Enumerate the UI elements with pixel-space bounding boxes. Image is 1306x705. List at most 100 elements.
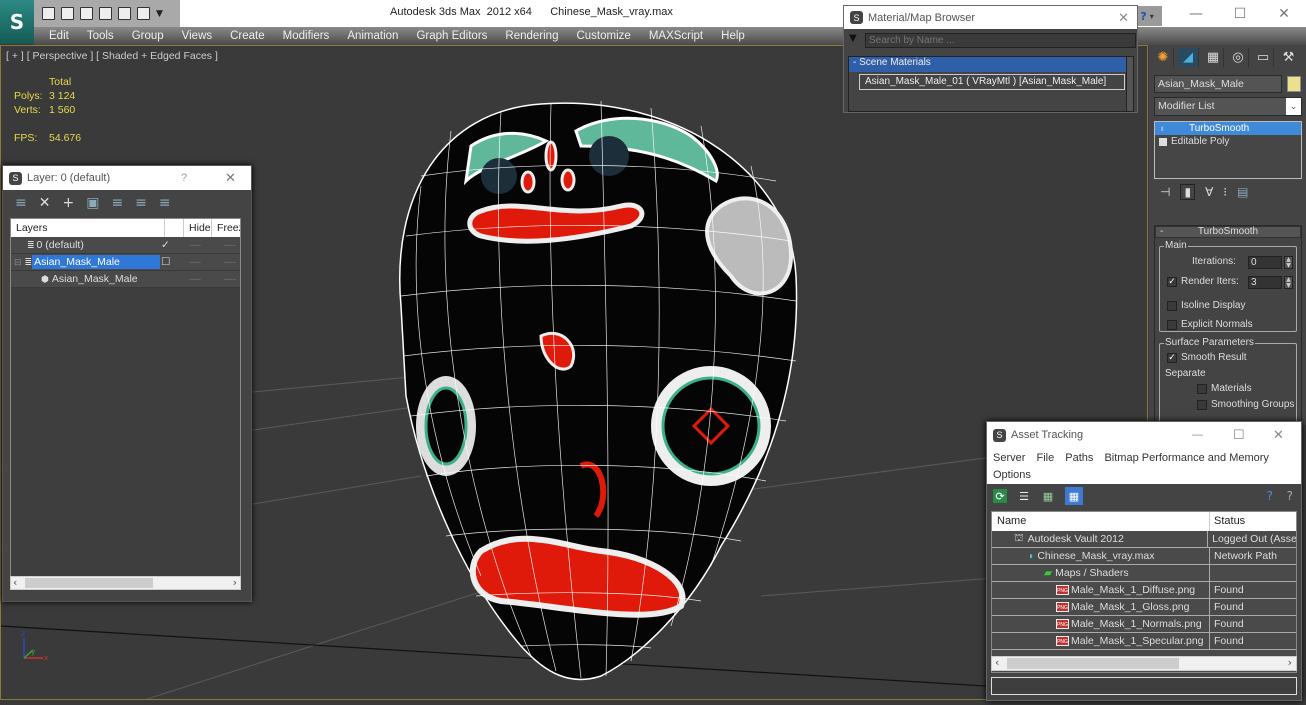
qat-dropdown-icon[interactable]: ▼ [156, 9, 163, 19]
asset-row[interactable]: ◗ Chinese_Mask_vray.max Network Path [992, 548, 1296, 565]
configure-sets-icon[interactable]: ▤ [1237, 185, 1248, 199]
delete-icon[interactable]: ✕ [39, 195, 51, 211]
stack-item-editable-poly[interactable]: Editable Poly [1155, 135, 1301, 148]
menu-maxscript[interactable]: MAXScript [640, 30, 712, 42]
viewport-label[interactable]: [ + ] [ Perspective ] [ Shaded + Edged F… [6, 50, 218, 62]
hide-toggle[interactable]: ---- [189, 240, 201, 250]
asset-menu-file[interactable]: File [1036, 452, 1054, 464]
options-dropdown-icon[interactable]: ▼ [849, 33, 857, 44]
render-iters-spinner-arrows[interactable]: ▲ ▼ [1284, 276, 1293, 289]
pin-stack-icon[interactable]: ⊣ [1160, 185, 1170, 199]
asset-menu-paths[interactable]: Paths [1065, 452, 1093, 464]
asset-menu-bitmap-performance[interactable]: Bitmap Performance and Memory [1104, 452, 1268, 464]
menu-modifiers[interactable]: Modifiers [274, 30, 339, 42]
create-icon[interactable]: ✺ [1153, 47, 1174, 67]
asset-menu-server[interactable]: Server [993, 452, 1025, 464]
render-iters-checkbox[interactable]: ✓ [1167, 277, 1177, 287]
project-icon[interactable] [99, 7, 112, 20]
column-active[interactable] [165, 219, 185, 237]
modifier-list-dropdown[interactable]: Modifier List ⌄ [1154, 97, 1302, 116]
stack-item-turbosmooth[interactable]: ♁ TurboSmooth [1155, 122, 1301, 135]
menu-customize[interactable]: Customize [567, 30, 639, 42]
menu-views[interactable]: Views [173, 30, 221, 42]
layer-help-button[interactable]: ? [181, 172, 187, 184]
hide-all-icon[interactable]: ≡ [135, 195, 147, 211]
column-hide[interactable]: Hide [184, 219, 213, 237]
menu-tools[interactable]: Tools [78, 30, 123, 42]
render-iters-spinner[interactable]: 3 [1248, 276, 1282, 289]
asset-close-button[interactable]: ✕ [1273, 427, 1284, 443]
maximize-button[interactable]: ☐ [1218, 6, 1262, 22]
turbosmooth-rollout-header[interactable]: - TurboSmooth [1155, 226, 1301, 238]
active-layer-checkbox[interactable]: ☐ [161, 256, 170, 268]
material-search-input[interactable] [865, 33, 1136, 48]
select-objects-icon[interactable]: ▣ [86, 195, 99, 211]
hierarchy-icon[interactable]: ▦ [1203, 47, 1224, 67]
motion-icon[interactable]: ◎ [1228, 47, 1249, 67]
collapse-rollout-icon[interactable]: - [1160, 227, 1163, 237]
smooth-result-checkbox[interactable]: ✓ [1167, 353, 1177, 363]
layer-row[interactable]: ⊟ ≣ Asian_Mask_Male ☐ ---- ---- [11, 254, 240, 271]
column-freeze[interactable]: Freeze [212, 219, 240, 237]
layer-row[interactable]: ⬢ Asian_Mask_Male ---- ---- [11, 271, 240, 288]
show-end-result-icon[interactable]: ▮ [1180, 184, 1196, 200]
save-icon[interactable] [61, 7, 74, 20]
asset-tracking-titlebar[interactable]: S Asset Tracking — ☐ ✕ [987, 422, 1301, 448]
column-status[interactable]: Status [1210, 512, 1249, 531]
freeze-toggle[interactable]: ---- [224, 257, 236, 267]
remove-modifier-icon[interactable]: ⁝ [1223, 185, 1227, 199]
context-help-icon[interactable]: ? [1287, 489, 1293, 503]
freeze-toggle[interactable]: ---- [224, 274, 236, 284]
scrollbar-thumb[interactable] [25, 578, 153, 588]
scroll-right-icon[interactable]: › [233, 576, 237, 589]
asset-row[interactable]: ⛫ Autodesk Vault 2012 Logged Out (Asse [992, 531, 1296, 548]
layer-close-button[interactable]: ✕ [225, 170, 236, 186]
modify-icon[interactable]: ◢ [1178, 47, 1199, 67]
scroll-left-icon[interactable]: ‹ [995, 656, 999, 669]
display-icon[interactable]: ▭ [1253, 47, 1274, 67]
lightbulb-icon[interactable]: ♁ [1159, 124, 1165, 133]
menu-rendering[interactable]: Rendering [496, 30, 567, 42]
mask-model[interactable] [399, 100, 798, 681]
layer-dialog-titlebar[interactable]: S Layer: 0 (default) ? ✕ [3, 166, 251, 190]
add-icon[interactable]: + [62, 195, 74, 211]
list-icon[interactable]: ☰ [1017, 489, 1031, 503]
isoline-display-checkbox[interactable] [1167, 301, 1177, 311]
undo-icon[interactable] [118, 7, 131, 20]
asset-row[interactable]: PNG Male_Mask_1_Gloss.png Found [992, 599, 1296, 616]
app-logo-button[interactable]: S [0, 0, 34, 44]
redo-icon[interactable] [137, 7, 150, 20]
asset-row[interactable]: ▰ Maps / Shaders [992, 565, 1296, 582]
asset-maximize-button[interactable]: ☐ [1233, 427, 1245, 443]
collapse-icon[interactable]: ⊟ [14, 257, 22, 268]
material-item[interactable]: Asian_Mask_Male_01 ( VRayMtl ) [Asian_Ma… [859, 74, 1125, 90]
new-icon[interactable] [80, 7, 93, 20]
create-layer-icon[interactable]: ≡ [15, 195, 27, 211]
layer-row[interactable]: ≣ 0 (default) ✓ ---- ---- [11, 237, 240, 254]
freeze-toggle[interactable]: ---- [224, 240, 236, 250]
menu-group[interactable]: Group [123, 30, 173, 42]
layer-horizontal-scrollbar[interactable]: ‹ › [10, 576, 241, 590]
close-button[interactable]: ✕ [1262, 6, 1306, 22]
scene-materials-group[interactable]: - Scene Materials [849, 57, 1127, 72]
object-name-field[interactable]: Asian_Mask_Male [1154, 75, 1282, 93]
make-unique-icon[interactable]: ∀ [1205, 185, 1213, 199]
active-layer-checkmark-icon[interactable]: ✓ [161, 239, 170, 251]
explicit-normals-checkbox[interactable] [1167, 320, 1177, 330]
materials-checkbox[interactable] [1197, 384, 1207, 394]
column-layers[interactable]: Layers [11, 219, 165, 237]
scroll-right-icon[interactable]: › [1288, 656, 1292, 669]
asset-minimize-button[interactable]: — [1192, 429, 1203, 441]
minimize-button[interactable]: — [1174, 6, 1218, 22]
iterations-spinner[interactable]: 0 [1248, 256, 1282, 269]
scrollbar-thumb[interactable] [1007, 658, 1179, 669]
highlight-icon[interactable]: ≡ [111, 195, 123, 211]
asset-menu-options[interactable]: Options [993, 469, 1031, 481]
smoothing-groups-checkbox[interactable] [1197, 400, 1207, 410]
help-icon[interactable]: ? [1267, 489, 1273, 503]
asset-row[interactable]: PNG Male_Mask_1_Diffuse.png Found [992, 582, 1296, 599]
freeze-all-icon[interactable]: ≡ [159, 195, 171, 211]
menu-graph-editors[interactable]: Graph Editors [407, 30, 496, 42]
thumbnail-icon[interactable]: ▦ [1041, 489, 1055, 503]
iterations-spinner-arrows[interactable]: ▲ ▼ [1284, 256, 1293, 269]
